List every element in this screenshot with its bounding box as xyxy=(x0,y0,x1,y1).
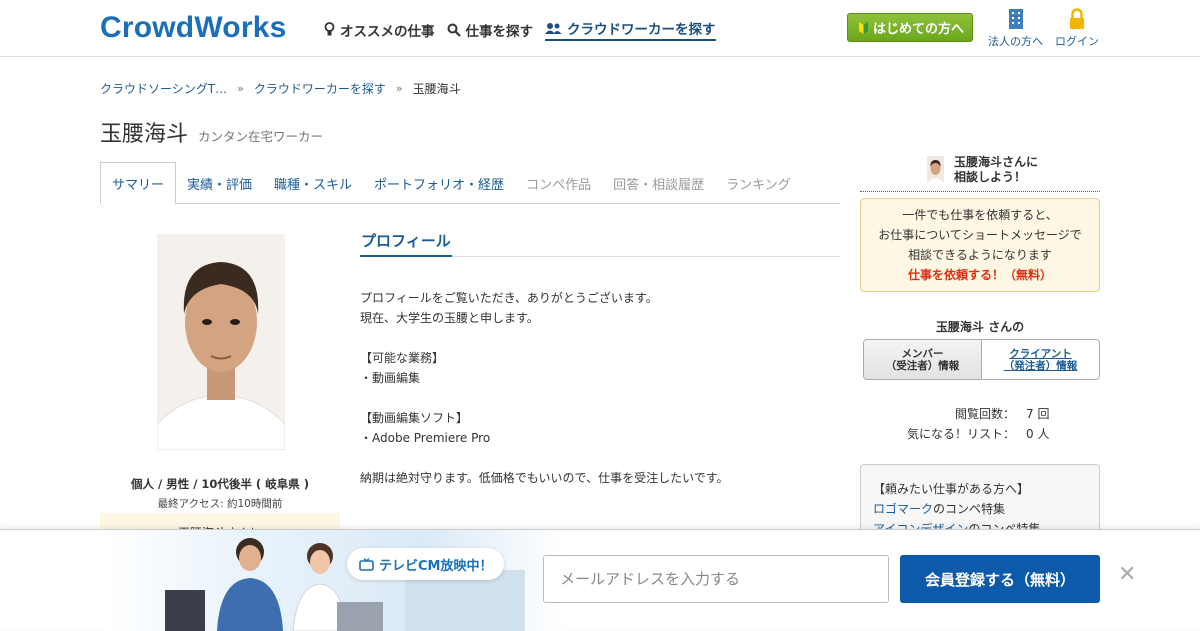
worker-meta: 個人 / 男性 / 10代後半 ( 岐阜県 ) 最終アクセス: 約10時間前 xyxy=(100,476,340,511)
corporate-link[interactable]: 法人の方へ xyxy=(988,8,1043,49)
profile-line: 【動画編集ソフト】 xyxy=(360,411,469,425)
nav-recommended-jobs[interactable]: オススメの仕事 xyxy=(324,18,435,41)
profile-line: 現在、大学生の玉腰と申します。 xyxy=(360,311,539,325)
stat-value: 7 回 xyxy=(1026,407,1050,421)
worker-subtitle: カンタン在宅ワーカー xyxy=(198,129,324,144)
box-item: ロゴマークのコンペ特集 xyxy=(873,499,1099,519)
profile-line xyxy=(360,448,840,468)
site-header: CrowdWorks オススメの仕事 仕事を探す クラウドワーカーを探す はじめ… xyxy=(0,0,1200,57)
worker-stats: 閲覧回数： 7 回 気になる！リスト： 0 人 xyxy=(860,404,1100,444)
tab-competition: コンペ作品 xyxy=(526,177,592,193)
nav-label: クラウドワーカーを探す xyxy=(567,22,716,38)
consult-title-line1: 玉腰海斗さんに xyxy=(954,155,1039,169)
building-icon xyxy=(1008,9,1023,29)
avatar xyxy=(927,156,944,183)
breadcrumb-crowdsourcing[interactable]: クラウドソーシングT… xyxy=(100,80,227,97)
profile-line: ・動画編集 xyxy=(360,371,421,385)
consult-title: 玉腰海斗さんに 相談しよう！ xyxy=(954,155,1038,185)
beginner-guide-label: はじめての方へ xyxy=(873,22,965,37)
notice-line: 一件でも仕事を依頼すると、 xyxy=(902,208,1058,222)
close-icon[interactable]: ✕ xyxy=(1118,562,1136,587)
global-nav: オススメの仕事 仕事を探す クラウドワーカーを探す xyxy=(324,18,716,41)
toggle-member-info[interactable]: メンバー （受注者）情報 xyxy=(864,340,982,379)
crowdworks-logo[interactable]: CrowdWorks xyxy=(100,11,286,45)
email-input[interactable] xyxy=(543,555,889,603)
toggle-member-line1: メンバー xyxy=(901,347,944,360)
profile-line: 【可能な業務】 xyxy=(360,351,445,365)
banner-illustration: テレビCM放映中！ xyxy=(105,530,565,631)
login-link[interactable]: ログイン xyxy=(1055,8,1099,49)
box-title: 【頼みたい仕事がある方へ】 xyxy=(873,482,1030,496)
tab-skills[interactable]: 職種・スキル xyxy=(263,162,363,204)
stat-row: 閲覧回数： 7 回 xyxy=(860,404,1100,424)
toggle-client-line1: クライアント xyxy=(1009,347,1072,360)
breadcrumb-current: 玉腰海斗 xyxy=(412,82,461,96)
profile-body: プロフィールをご覧いただき、ありがとうございます。 現在、大学生の玉腰と申します… xyxy=(360,288,840,488)
member-client-toggle: メンバー （受注者）情報 クライアント （発注者）情報 xyxy=(863,339,1100,380)
notice-line: 相談できるようになります xyxy=(908,248,1052,262)
nav-label: 仕事を探す xyxy=(465,23,534,40)
corporate-label: 法人の方へ xyxy=(988,35,1043,48)
profile-line xyxy=(360,388,840,408)
last-access: 最終アクセス: 約10時間前 xyxy=(157,498,283,510)
stat-label: 気になる！リスト： xyxy=(906,427,1015,441)
request-notice: 一件でも仕事を依頼すると、 お仕事についてショートメッセージで 相談できるように… xyxy=(860,198,1100,292)
page-title: 玉腰海斗 カンタン在宅ワーカー xyxy=(100,116,323,148)
logo-competition-link[interactable]: ロゴマーク xyxy=(873,502,933,516)
nav-label: オススメの仕事 xyxy=(340,23,435,40)
tab-summary[interactable]: サマリー xyxy=(100,162,177,204)
tab-answers: 回答・相談履歴 xyxy=(613,177,705,193)
worker-info: 個人 / 男性 / 10代後半 ( 岐阜県 ) xyxy=(131,477,309,491)
profile-photo xyxy=(157,234,285,450)
breadcrumb: クラウドソーシングT… » クラウドワーカーを探す » 玉腰海斗 xyxy=(100,80,461,97)
lightbulb-icon xyxy=(324,22,335,36)
tv-cm-badge: テレビCM放映中！ xyxy=(347,548,505,580)
toggle-client-info[interactable]: クライアント （発注者）情報 xyxy=(982,340,1099,379)
beginner-mark-icon xyxy=(859,22,868,34)
lock-icon xyxy=(1070,8,1084,29)
nav-find-jobs[interactable]: 仕事を探す xyxy=(447,18,534,41)
request-job-link[interactable]: 仕事を依頼する！（無料） xyxy=(908,268,1052,282)
consult-title-line2: 相談しよう！ xyxy=(954,170,1027,184)
profile-line: プロフィールをご覧いただき、ありがとうございます。 xyxy=(360,291,658,305)
profile-tabs: サマリー 実績・評価 職種・スキル ポートフォリオ・経歴 コンペ作品 回答・相談… xyxy=(100,162,840,204)
signup-banner: テレビCM放映中！ 会員登録する（無料） ✕ xyxy=(0,529,1200,631)
profile-line xyxy=(360,328,840,348)
stat-value: 0 人 xyxy=(1026,427,1050,441)
tab-results[interactable]: 実績・評価 xyxy=(176,162,263,204)
consult-header: 玉腰海斗さんに 相談しよう！ xyxy=(860,154,1100,192)
tv-cm-label: テレビCM放映中！ xyxy=(379,558,493,574)
profile-line: ・Adobe Premiere Pro xyxy=(360,431,491,445)
beginner-guide-button[interactable]: はじめての方へ xyxy=(847,13,973,42)
profile-heading-label: プロフィール xyxy=(360,230,452,257)
box-item-suffix: のコンペ特集 xyxy=(933,502,1006,516)
stat-row: 気になる！リスト： 0 人 xyxy=(860,424,1100,444)
breadcrumb-separator: » xyxy=(237,82,244,95)
tv-icon xyxy=(359,557,374,571)
profile-heading: プロフィール xyxy=(360,230,840,257)
toggle-member-line2: （受注者）情報 xyxy=(885,359,960,372)
stat-label: 閲覧回数： xyxy=(954,407,1015,421)
login-label: ログイン xyxy=(1055,35,1099,48)
profile-line: 納期は絶対守ります。低価格でもいいので、仕事を受注したいです。 xyxy=(360,471,729,485)
tab-ranking: ランキング xyxy=(726,177,791,193)
register-button[interactable]: 会員登録する（無料） xyxy=(900,555,1100,603)
breadcrumb-separator: » xyxy=(395,82,403,95)
people-icon xyxy=(545,22,562,34)
notice-line: お仕事についてショートメッセージで xyxy=(878,228,1082,242)
breadcrumb-find-workers[interactable]: クラウドワーカーを探す xyxy=(254,80,386,97)
toggle-client-line2: （発注者）情報 xyxy=(1003,359,1078,372)
search-icon xyxy=(447,23,461,37)
nav-find-workers[interactable]: クラウドワーカーを探す xyxy=(545,18,716,41)
worker-name: 玉腰海斗 xyxy=(100,122,189,147)
member-info-title: 玉腰海斗 さんの xyxy=(935,320,1025,334)
tab-portfolio[interactable]: ポートフォリオ・経歴 xyxy=(363,162,515,204)
